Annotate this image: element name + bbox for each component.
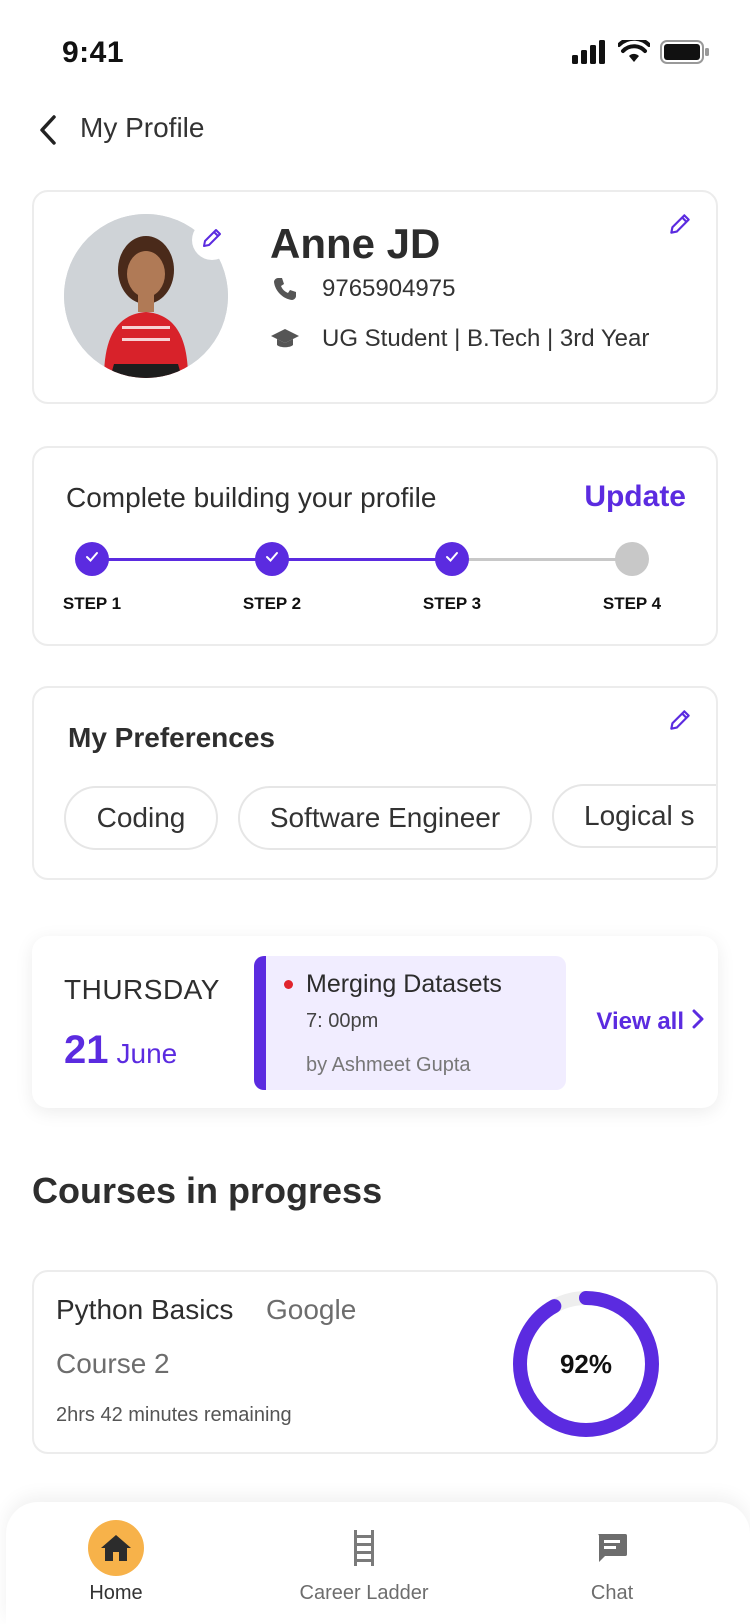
profile-card: Anne JD 9765904975 UG Student | B.Tech |… [32,190,718,404]
nav-career-ladder[interactable]: Career Ladder [284,1520,444,1620]
schedule-month: June [116,1038,178,1069]
course-subtitle: Course 2 [56,1348,170,1379]
step-2-dot [255,542,289,576]
profile-stepper: STEP 1 STEP 2 STEP 3 STEP 4 [34,540,720,620]
nav-home-label: Home [89,1582,143,1604]
preferences-card: My Preferences Coding Software Engineer … [32,686,718,880]
schedule-date: 21 June [64,1028,177,1073]
preference-chip[interactable]: Software Engineer [238,786,532,850]
event-title: Merging Datasets [306,970,502,998]
phone-row: 9765904975 [270,274,455,304]
pencil-icon [667,707,693,738]
graduation-cap-icon [270,324,300,354]
bottom-nav: Home Career Ladder Chat [6,1502,750,1624]
page-title: My Profile [80,112,205,143]
preferences-title: My Preferences [68,722,276,753]
nav-chat[interactable]: Chat [532,1520,692,1620]
nav-career-ladder-label: Career Ladder [299,1582,429,1604]
battery-icon [660,40,710,69]
update-link[interactable]: Update [584,480,686,514]
avatar-edit-button[interactable] [192,220,232,260]
step-1-label: STEP 1 [62,594,122,613]
chevron-left-icon [37,114,59,151]
schedule-day: THURSDAY [64,974,220,1005]
schedule-card: THURSDAY 21 June Merging Datasets 7: 00pm… [32,936,718,1108]
profile-name: Anne JD [270,220,441,267]
step-4-dot [615,542,649,576]
course-card[interactable]: Python Basics Google Course 2 2hrs 42 mi… [32,1270,718,1454]
courses-section-title: Courses in progress [32,1170,383,1211]
status-time: 9:41 [62,36,125,69]
phone-icon [270,274,300,304]
education-row: UG Student | B.Tech | 3rd Year [270,324,649,354]
chat-icon [584,1520,640,1576]
preferences-edit-button[interactable] [664,706,696,738]
signal-icon [572,40,608,69]
step-4-label: STEP 4 [602,594,662,613]
preference-chip[interactable]: Logical s [552,784,716,848]
schedule-date-number: 21 [64,1028,109,1072]
pencil-icon [667,211,693,242]
chevron-right-icon [692,1008,704,1036]
check-icon [445,550,459,568]
status-icons [572,36,710,69]
view-all-label: View all [596,1008,684,1035]
course-progress-label: 92% [559,1348,613,1379]
course-provider: Google [266,1294,357,1325]
live-dot [284,980,293,989]
step-connector [272,558,452,561]
profile-edit-button[interactable] [664,210,696,242]
pencil-icon [200,226,224,255]
course-remaining-time: 2hrs 42 minutes remaining [56,1404,292,1426]
nav-home[interactable]: Home [36,1520,196,1620]
back-button[interactable] [30,112,66,152]
view-all-link[interactable]: View all [596,1008,704,1036]
step-2-label: STEP 2 [242,594,302,613]
step-3-dot [435,542,469,576]
event-host: by Ashmeet Gupta [306,1054,471,1076]
education-text: UG Student | B.Tech | 3rd Year [322,325,650,352]
avatar-container [64,214,232,378]
status-bar: 9:41 [0,0,750,100]
home-icon [88,1520,144,1576]
ladder-icon [336,1520,392,1576]
phone-number: 9765904975 [322,275,456,302]
step-1-dot [75,542,109,576]
profile-progress-title: Complete building your profile [66,482,437,513]
step-3-label: STEP 3 [422,594,482,613]
course-name: Python Basics [56,1294,234,1325]
check-icon [85,550,99,568]
header: My Profile [0,100,750,164]
wifi-icon [617,36,651,69]
profile-progress-card: Complete building your profile Update ST… [32,446,718,646]
event-time: 7: 00pm [306,1010,379,1032]
event-card[interactable]: Merging Datasets 7: 00pm by Ashmeet Gupt… [254,956,566,1090]
check-icon [265,550,279,568]
preference-chip[interactable]: Coding [64,786,218,850]
step-connector [92,558,272,561]
nav-chat-label: Chat [590,1582,634,1604]
step-connector [452,558,632,561]
